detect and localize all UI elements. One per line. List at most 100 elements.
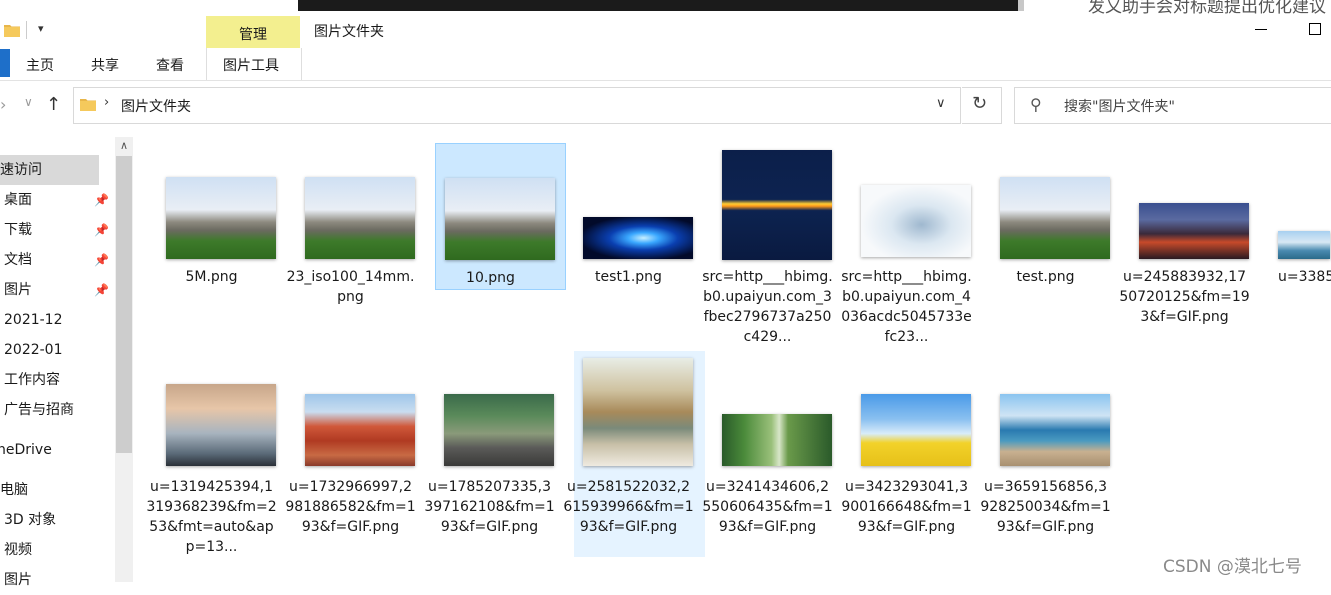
minimize-icon: [1255, 29, 1267, 30]
file-item[interactable]: u=3241434606,2550606435&fm=193&f=GIF.png: [692, 358, 833, 566]
file-item[interactable]: 23_iso100_14mm.png: [275, 143, 415, 305]
file-thumbnail: [583, 217, 693, 259]
file-item[interactable]: u=1785207335,3397162108&fm=193&f=GIF.png: [414, 358, 555, 566]
file-thumbnail: [1139, 203, 1249, 259]
nav-item-label: 2022-01: [4, 342, 63, 358]
file-item[interactable]: 10.png: [435, 143, 566, 290]
qat-customize-icon[interactable]: ▾: [38, 22, 44, 35]
file-item[interactable]: u=1319425394,1319368239&fm=253&fmt=auto&…: [136, 358, 277, 566]
file-thumbnail: [1278, 231, 1330, 259]
file-name: u=1732966997,2981886582&fm=193&f=GIF.png: [285, 479, 416, 535]
forward-arrow-icon[interactable]: ›: [0, 95, 6, 114]
tab-view[interactable]: 查看: [156, 55, 184, 75]
file-thumbnail: [166, 177, 276, 259]
recent-locations-icon[interactable]: ∨: [24, 95, 33, 109]
file-item[interactable]: u=245883932,1750720125&fm=193&f=GIF.png: [1109, 143, 1250, 325]
qat-divider: [26, 21, 27, 39]
nav-item-label: 2021-12: [4, 312, 63, 328]
nav-item-ads[interactable]: 广告与招商: [4, 395, 113, 425]
nav-item-videos[interactable]: 视频: [4, 535, 113, 565]
nav-item-work[interactable]: 工作内容: [4, 365, 113, 395]
file-name: test.png: [1016, 269, 1075, 285]
up-arrow-icon[interactable]: ↑: [46, 94, 61, 115]
breadcrumb-current[interactable]: 图片文件夹: [121, 96, 191, 116]
nav-item-documents[interactable]: 文档 📌: [4, 245, 113, 275]
file-item[interactable]: 5M.png: [136, 143, 276, 290]
nav-item-quick-access[interactable]: 快速访问: [0, 155, 99, 185]
nav-item-label: OneDrive: [0, 442, 52, 458]
file-name: u=3241434606,2550606435&fm=193&f=GIF.png: [702, 479, 833, 535]
minimize-button[interactable]: [1252, 20, 1270, 38]
refresh-icon[interactable]: ↻: [972, 93, 987, 114]
nav-scrollbar-thumb[interactable]: [116, 156, 132, 453]
address-history-chevron-down-icon[interactable]: ∨: [936, 96, 946, 111]
nav-item-label: 视频: [4, 542, 32, 558]
file-name: 10.png: [466, 270, 515, 286]
nav-item-label: 广告与招商: [4, 402, 74, 418]
file-name: u=3423293041,3900166648&fm=193&f=GIF.png: [841, 479, 972, 535]
folder-icon: [80, 99, 96, 111]
nav-item-label: 图片: [4, 572, 32, 588]
tab-home[interactable]: 主页: [26, 55, 54, 75]
file-name: u=2581522032,2615939966&fm=193&f=GIF.png: [563, 479, 694, 535]
file-thumbnail: [722, 150, 832, 260]
scroll-up-chevron-icon[interactable]: ∧: [115, 137, 133, 155]
background-window-edge: [1018, 0, 1024, 11]
tab-share[interactable]: 共享: [91, 55, 119, 75]
breadcrumb-chevron-icon[interactable]: ›: [104, 95, 109, 110]
file-thumbnail: [1000, 394, 1110, 466]
file-item[interactable]: src=http___hbimg.b0.upaiyun.com_3fbec279…: [692, 143, 833, 345]
file-thumbnail: [583, 358, 693, 466]
maximize-button[interactable]: [1306, 20, 1324, 38]
file-name: u=3659156856,3928250034&fm=193&f=GIF.png: [980, 479, 1111, 535]
file-item[interactable]: u=1732966997,2981886582&fm=193&f=GIF.png: [275, 358, 416, 566]
file-item[interactable]: src=http___hbimg.b0.upaiyun.com_4036acdc…: [831, 143, 972, 345]
tab-file[interactable]: [0, 49, 10, 77]
tab-manage[interactable]: 管理: [206, 24, 300, 44]
background-window-text: 发又助手会对标题提出优化建议: [1088, 0, 1326, 17]
search-icon: ⚲: [1030, 95, 1042, 114]
file-thumbnail: [861, 185, 971, 257]
pin-icon: 📌: [94, 283, 109, 297]
pin-icon: 📌: [94, 223, 109, 237]
nav-item-3d-objects[interactable]: 3D 对象: [4, 505, 113, 535]
nav-item-pc-pictures[interactable]: 图片: [4, 565, 113, 595]
nav-item-desktop[interactable]: 桌面 📌: [4, 185, 113, 215]
nav-item-label: 图片: [4, 282, 32, 298]
search-placeholder: 搜索"图片文件夹": [1064, 99, 1175, 115]
file-item[interactable]: u=2581522032,2615939966&fm=193&f=GIF.png: [563, 351, 705, 557]
address-bar[interactable]: [73, 87, 961, 124]
file-item[interactable]: u=3659156856,3928250034&fm=193&f=GIF.png: [970, 358, 1111, 566]
file-name: test1.png: [595, 269, 662, 285]
file-thumbnail: [305, 394, 415, 466]
nav-item-label: 快速访问: [0, 162, 42, 178]
nav-item-label: 此电脑: [0, 482, 28, 498]
file-name: 5M.png: [185, 269, 238, 285]
watermark: CSDN @漠北七号: [1163, 557, 1302, 577]
pin-icon: 📌: [94, 193, 109, 207]
nav-item-label: 工作内容: [4, 372, 60, 388]
file-thumbnail: [444, 394, 554, 466]
nav-item-this-pc[interactable]: 此电脑: [0, 475, 113, 505]
file-name: u=1319425394,1319368239&fm=253&fmt=auto&…: [146, 479, 277, 555]
file-item[interactable]: test1.png: [553, 143, 693, 290]
nav-item-onedrive[interactable]: OneDrive: [0, 435, 113, 465]
file-item[interactable]: test.png: [970, 143, 1110, 290]
nav-item-2021-12[interactable]: 2021-12: [4, 305, 113, 335]
nav-item-label: 文档: [4, 252, 32, 268]
file-thumbnail: [722, 414, 832, 466]
file-thumbnail: [861, 394, 971, 466]
nav-item-label: 桌面: [4, 192, 32, 208]
ribbon-tab-bar: [0, 48, 1331, 81]
nav-item-pictures[interactable]: 图片 📌: [4, 275, 113, 305]
file-item[interactable]: u=3385 065109 =193&f: [1248, 143, 1331, 290]
file-thumbnail: [1000, 177, 1110, 259]
tab-picture-tools[interactable]: 图片工具: [223, 55, 279, 75]
nav-item-downloads[interactable]: 下载 📌: [4, 215, 113, 245]
pin-icon: 📌: [94, 253, 109, 267]
file-item[interactable]: u=3423293041,3900166648&fm=193&f=GIF.png: [831, 358, 972, 566]
file-name: 23_iso100_14mm.png: [286, 269, 415, 305]
nav-item-2022-01[interactable]: 2022-01: [4, 335, 113, 365]
window-title: 图片文件夹: [314, 24, 384, 40]
file-name: src=http___hbimg.b0.upaiyun.com_3fbec279…: [702, 269, 833, 345]
